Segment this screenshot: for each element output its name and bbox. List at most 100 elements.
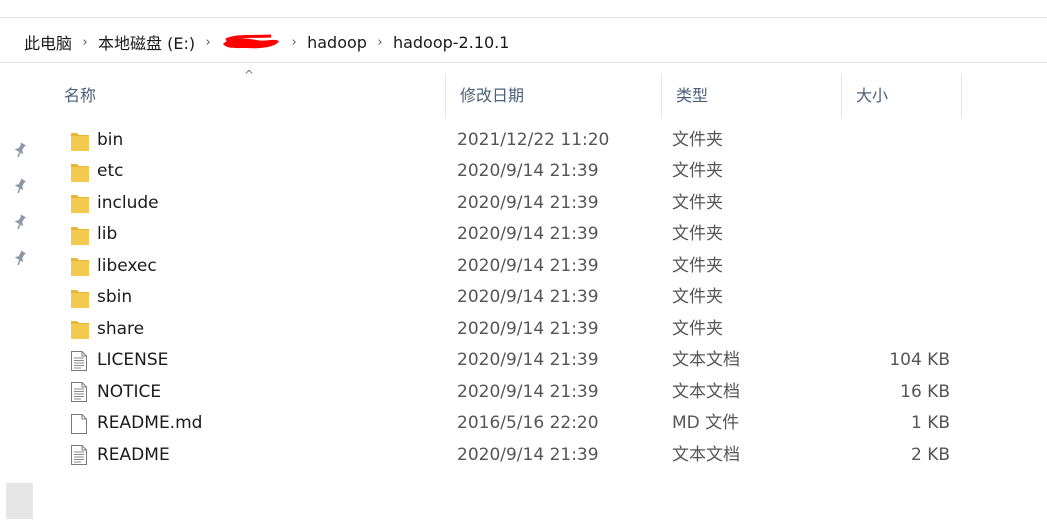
- breadcrumb-this-pc[interactable]: 此电脑: [22, 30, 74, 54]
- file-name: share: [97, 318, 145, 339]
- file-type: 文本文档: [672, 444, 740, 465]
- column-header-name[interactable]: 名称 ^: [50, 68, 445, 118]
- file-modified: 2020/9/14 21:39: [457, 444, 599, 465]
- file-row[interactable]: lib 2020/9/14 21:39 文件夹: [50, 219, 960, 250]
- redacted-breadcrumb[interactable]: [221, 32, 281, 52]
- file-size: [840, 188, 950, 219]
- breadcrumb-hadoop[interactable]: hadoop: [305, 33, 369, 52]
- file-name-cell[interactable]: NOTICE: [70, 377, 161, 408]
- pin-icon[interactable]: [8, 178, 32, 214]
- file-modified: 2021/12/22 11:20: [457, 130, 610, 150]
- file-type: 文件夹: [672, 287, 723, 308]
- folder-icon: [70, 130, 92, 152]
- file-type: 文件夹: [672, 255, 723, 276]
- file-modified: 2020/9/14 21:39: [457, 350, 599, 371]
- folder-icon: [70, 192, 92, 214]
- file-type: 文件夹: [672, 130, 723, 150]
- file-type: 文件夹: [672, 192, 723, 213]
- file-name: lib: [97, 224, 118, 245]
- folder-icon: [70, 287, 92, 309]
- file-name-cell[interactable]: libexec: [70, 251, 157, 282]
- red-scribble-redaction: [223, 34, 280, 49]
- scrollbar-thumb[interactable]: [6, 483, 33, 519]
- file-size: 104 KB: [889, 350, 950, 371]
- blank-file-icon: [70, 413, 92, 435]
- file-name: README: [97, 444, 170, 465]
- file-modified: 2020/9/14 21:39: [457, 318, 599, 339]
- breadcrumb-hadoop-2-10-1[interactable]: hadoop-2.10.1: [391, 33, 512, 52]
- file-row[interactable]: LICENSE 2020/9/14 21:39 文本文档 104 KB: [50, 345, 960, 376]
- file-name: etc: [97, 161, 124, 182]
- file-name-cell[interactable]: README.md: [70, 408, 202, 439]
- file-type: 文本文档: [672, 350, 740, 371]
- file-row[interactable]: share 2020/9/14 21:39 文件夹: [50, 314, 960, 345]
- file-name: NOTICE: [97, 381, 162, 402]
- file-name: bin: [97, 130, 124, 150]
- file-row[interactable]: sbin 2020/9/14 21:39 文件夹: [50, 282, 960, 313]
- file-size: 16 KB: [900, 381, 950, 402]
- file-modified: 2016/5/16 22:20: [457, 413, 599, 434]
- file-modified: 2020/9/14 21:39: [457, 192, 599, 213]
- file-type: 文件夹: [672, 224, 723, 245]
- breadcrumb-local-disk-e[interactable]: 本地磁盘 (E:): [96, 30, 197, 54]
- file-type: 文件夹: [672, 318, 723, 339]
- file-type: 文件夹: [672, 161, 723, 182]
- breadcrumb: 此电脑 › 本地磁盘 (E:) › › hadoop › hadoop-2.10…: [22, 30, 511, 54]
- file-name: LICENSE: [97, 350, 169, 371]
- file-size: [840, 251, 950, 282]
- file-modified: 2020/9/14 21:39: [457, 287, 599, 308]
- pin-icon[interactable]: [8, 250, 32, 286]
- file-name-cell[interactable]: LICENSE: [70, 345, 168, 376]
- file-size: [840, 314, 950, 345]
- text-file-icon: [70, 381, 92, 403]
- file-name-cell[interactable]: sbin: [70, 282, 132, 313]
- file-row[interactable]: README 2020/9/14 21:39 文本文档 2 KB: [50, 440, 960, 471]
- file-size: 2 KB: [910, 444, 950, 465]
- file-row[interactable]: include 2020/9/14 21:39 文件夹: [50, 188, 960, 219]
- folder-icon: [70, 318, 92, 340]
- column-header-type[interactable]: 类型: [661, 74, 841, 118]
- file-type: 文本文档: [672, 381, 740, 402]
- file-modified: 2020/9/14 21:39: [457, 161, 599, 182]
- file-size: [840, 219, 950, 250]
- text-file-icon: [70, 350, 92, 372]
- file-name-cell[interactable]: README: [70, 440, 170, 471]
- file-name: sbin: [97, 287, 133, 308]
- file-row[interactable]: README.md 2016/5/16 22:20 MD 文件 1 KB: [50, 408, 960, 439]
- folder-icon: [70, 224, 92, 246]
- pin-icon[interactable]: [8, 142, 32, 178]
- chevron-right-icon[interactable]: ›: [74, 35, 96, 50]
- pin-icon[interactable]: [8, 214, 32, 250]
- file-name-cell[interactable]: etc: [70, 156, 123, 187]
- title-strip: [0, 0, 1047, 18]
- file-row[interactable]: etc 2020/9/14 21:39 文件夹: [50, 156, 960, 187]
- file-type: MD 文件: [672, 413, 740, 434]
- column-header-size[interactable]: 大小: [841, 74, 962, 118]
- file-size: 1 KB: [910, 413, 950, 434]
- chevron-right-icon[interactable]: ›: [283, 35, 305, 50]
- file-size: [840, 156, 950, 187]
- text-file-icon: [70, 444, 92, 466]
- file-row[interactable]: NOTICE 2020/9/14 21:39 文本文档 16 KB: [50, 377, 960, 408]
- file-name: libexec: [97, 255, 157, 276]
- file-size: [840, 282, 950, 313]
- file-size: [840, 125, 950, 156]
- sort-ascending-icon: ^: [244, 68, 255, 82]
- file-modified: 2020/9/14 21:39: [457, 255, 599, 276]
- file-name: include: [97, 192, 159, 213]
- folder-icon: [70, 161, 92, 183]
- file-name-cell[interactable]: share: [70, 314, 144, 345]
- file-name-cell[interactable]: lib: [70, 219, 117, 250]
- column-header-modified[interactable]: 修改日期: [445, 74, 661, 118]
- file-modified: 2020/9/14 21:39: [457, 381, 599, 402]
- address-bar[interactable]: 此电脑 › 本地磁盘 (E:) › › hadoop › hadoop-2.10…: [0, 18, 1047, 63]
- quick-access-pins: [8, 142, 32, 286]
- file-name-cell[interactable]: bin: [70, 125, 123, 156]
- file-name: README.md: [97, 413, 203, 434]
- file-row[interactable]: bin 2021/12/22 11:20 文件夹: [50, 125, 960, 156]
- file-row[interactable]: libexec 2020/9/14 21:39 文件夹: [50, 251, 960, 282]
- chevron-right-icon[interactable]: ›: [369, 35, 391, 50]
- file-name-cell[interactable]: include: [70, 188, 159, 219]
- chevron-right-icon[interactable]: ›: [197, 35, 219, 50]
- folder-icon: [70, 255, 92, 277]
